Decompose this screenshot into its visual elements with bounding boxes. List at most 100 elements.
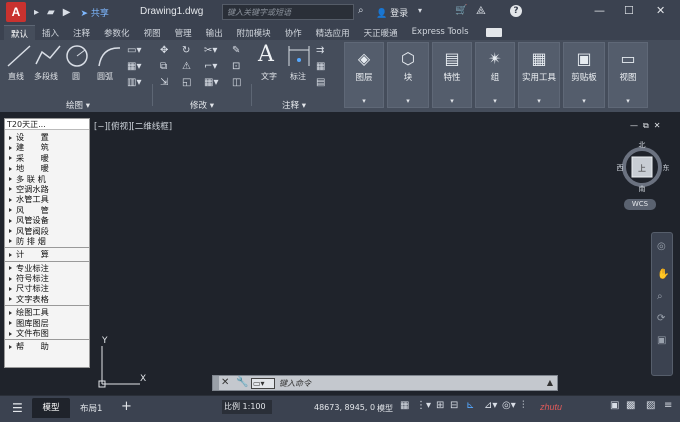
tab-annotate[interactable]: 注释 [66,25,97,40]
stretch-icon[interactable]: ⇲ [160,77,168,89]
hardware-acceleration-icon[interactable]: ▣ [610,400,619,411]
command-line-grip[interactable] [213,376,219,390]
tab-model[interactable]: 模型 [32,398,70,418]
rectangle-icon[interactable]: ▭▾ [127,45,141,57]
open-folder-icon[interactable]: ▰ [47,7,55,18]
hamburger-menu-icon[interactable]: ☰ [12,401,23,415]
command-input[interactable]: 键入命令 [279,378,311,389]
orbit-icon[interactable]: ⟳ [657,313,665,324]
copy-icon[interactable]: ⧉ [160,61,167,73]
help-icon[interactable]: ? [510,5,522,17]
tab-default[interactable]: 默认 [4,25,36,40]
share-network-icon[interactable]: ⟁ [476,4,486,18]
boundary-icon[interactable]: ▥▾ [127,77,141,89]
explode-icon[interactable]: ⊡ [232,61,240,73]
tab-featured-apps[interactable]: 精选应用 [309,25,357,40]
palette-item[interactable]: 文字表格 [5,294,89,304]
move-icon[interactable]: ✥ [160,45,168,57]
clean-screen-icon[interactable]: ▨ [646,400,655,411]
tab-insert[interactable]: 插入 [35,25,66,40]
viewport-window-controls[interactable]: —⧉✕ [630,121,665,131]
tab-manage[interactable]: 管理 [168,25,199,40]
tab-parametric[interactable]: 参数化 [97,25,137,40]
dimension-tool-icon[interactable] [287,44,311,68]
maximize-button[interactable]: ☐ [624,4,634,17]
palette-item[interactable]: 建 筑 [5,142,89,152]
palette-item[interactable]: 风 管 [5,205,89,215]
minimize-button[interactable]: — [594,4,605,17]
palette-item[interactable]: 尺寸标注 [5,283,89,293]
palette-item[interactable]: 风管阀段 [5,226,89,236]
palette-item[interactable]: 符号标注 [5,273,89,283]
tab-output[interactable]: 输出 [199,25,230,40]
model-space-toggle[interactable]: 模型 [377,403,393,414]
draw-panel-label[interactable]: 绘图 ▾ [66,99,90,111]
circle-tool-icon[interactable] [64,44,90,68]
markup-icon[interactable]: ▤ [316,77,325,89]
tab-express-tools[interactable]: Express Tools [405,25,476,40]
offset-icon[interactable]: ◫ [232,77,241,89]
polyline-tool-icon[interactable] [34,44,62,68]
chevron-down-icon[interactable]: ▾ [418,6,422,15]
palette-item[interactable]: 防 排 烟 [5,236,89,246]
save-icon[interactable]: ▶ [63,7,71,18]
leader-icon[interactable]: ⇉ [316,45,324,57]
zoom-icon[interactable]: ⌕ [657,291,663,302]
annotation-scale-select[interactable]: 比例 1:100 [222,400,272,414]
erase-icon[interactable]: ✎ [232,45,240,57]
add-layout-icon[interactable]: + [121,399,132,414]
command-history-button[interactable]: ▭▾ [251,378,275,389]
palette-item[interactable]: 计 算 [5,249,89,259]
hatch-icon[interactable]: ▦▾ [127,61,141,73]
rotate-icon[interactable]: ↻ [182,45,190,57]
wrench-icon[interactable]: 🔧 [236,377,248,388]
array-icon[interactable]: ▦▾ [204,77,218,89]
trim-icon[interactable]: ✂▾ [204,45,217,57]
table-icon[interactable]: ▦ [316,61,325,73]
close-icon[interactable]: ✕ [221,377,229,388]
close-button[interactable]: ✕ [656,4,665,17]
viewcube[interactable]: 上 北 南 东 西 [614,138,670,194]
object-snap-tracking-icon[interactable]: ⫶ [522,400,525,411]
text-tool-icon[interactable]: A [258,42,274,67]
infer-constraints-icon[interactable]: ⊞ [436,400,444,411]
block-button[interactable]: ⬡ 块 ▾ [387,42,429,108]
ribbon-options-icon[interactable] [485,28,502,37]
palette-item[interactable]: 多 联 机 [5,174,89,184]
cart-icon[interactable]: 🛒 [455,5,467,16]
polar-tracking-icon[interactable]: ⊿▾ [484,400,497,411]
login-button[interactable]: 👤 登录 [376,6,408,19]
isodraft-icon[interactable]: ◎▾ [502,400,516,411]
chevron-up-icon[interactable]: ▲ [547,378,553,387]
tab-addins[interactable]: 附加模块 [230,25,278,40]
palette-item[interactable]: 地 暖 [5,163,89,173]
tab-layout1[interactable]: 布局1 [80,402,102,414]
group-button[interactable]: ✴ 组 ▾ [475,42,515,108]
palette-item[interactable]: 绘图工具 [5,307,89,317]
line-tool-icon[interactable] [6,44,32,68]
app-logo-button[interactable]: A [6,2,26,22]
utilities-button[interactable]: ▦ 实用工具 ▾ [518,42,560,108]
tab-tianzheng-hvac[interactable]: 天正暖通 [357,25,405,40]
fillet-icon[interactable]: ⌐▾ [204,61,217,73]
palette-item[interactable]: 文件布图 [5,328,89,338]
palette-item[interactable]: 水管工具 [5,194,89,204]
ortho-icon[interactable]: ⊾ [466,400,474,411]
viewport-label[interactable]: [−][俯视][二维线框] [94,120,172,132]
search-input[interactable]: 键入关键字或短语 [222,4,354,20]
palette-item[interactable]: 设 置 [5,132,89,142]
clipboard-button[interactable]: ▣ 剪贴板 ▾ [563,42,605,108]
palette-item[interactable]: 空调水路 [5,184,89,194]
snap-icon[interactable]: ⋮▾ [416,400,431,411]
palette-item[interactable]: 帮 助 [5,341,89,351]
arc-tool-icon[interactable] [96,44,122,68]
isolate-objects-icon[interactable]: ▩ [626,400,635,411]
showmotion-icon[interactable]: ▣ [657,335,666,346]
search-icon[interactable]: ⌕ [358,5,364,16]
customization-icon[interactable]: ≡ [664,400,672,411]
mirror-icon[interactable]: ⚠ [182,61,191,73]
new-file-icon[interactable]: ▸ [34,7,39,18]
properties-button[interactable]: ▤ 特性 ▾ [432,42,472,108]
scale-icon[interactable]: ◱ [182,77,191,89]
tab-collaborate[interactable]: 协作 [278,25,309,40]
